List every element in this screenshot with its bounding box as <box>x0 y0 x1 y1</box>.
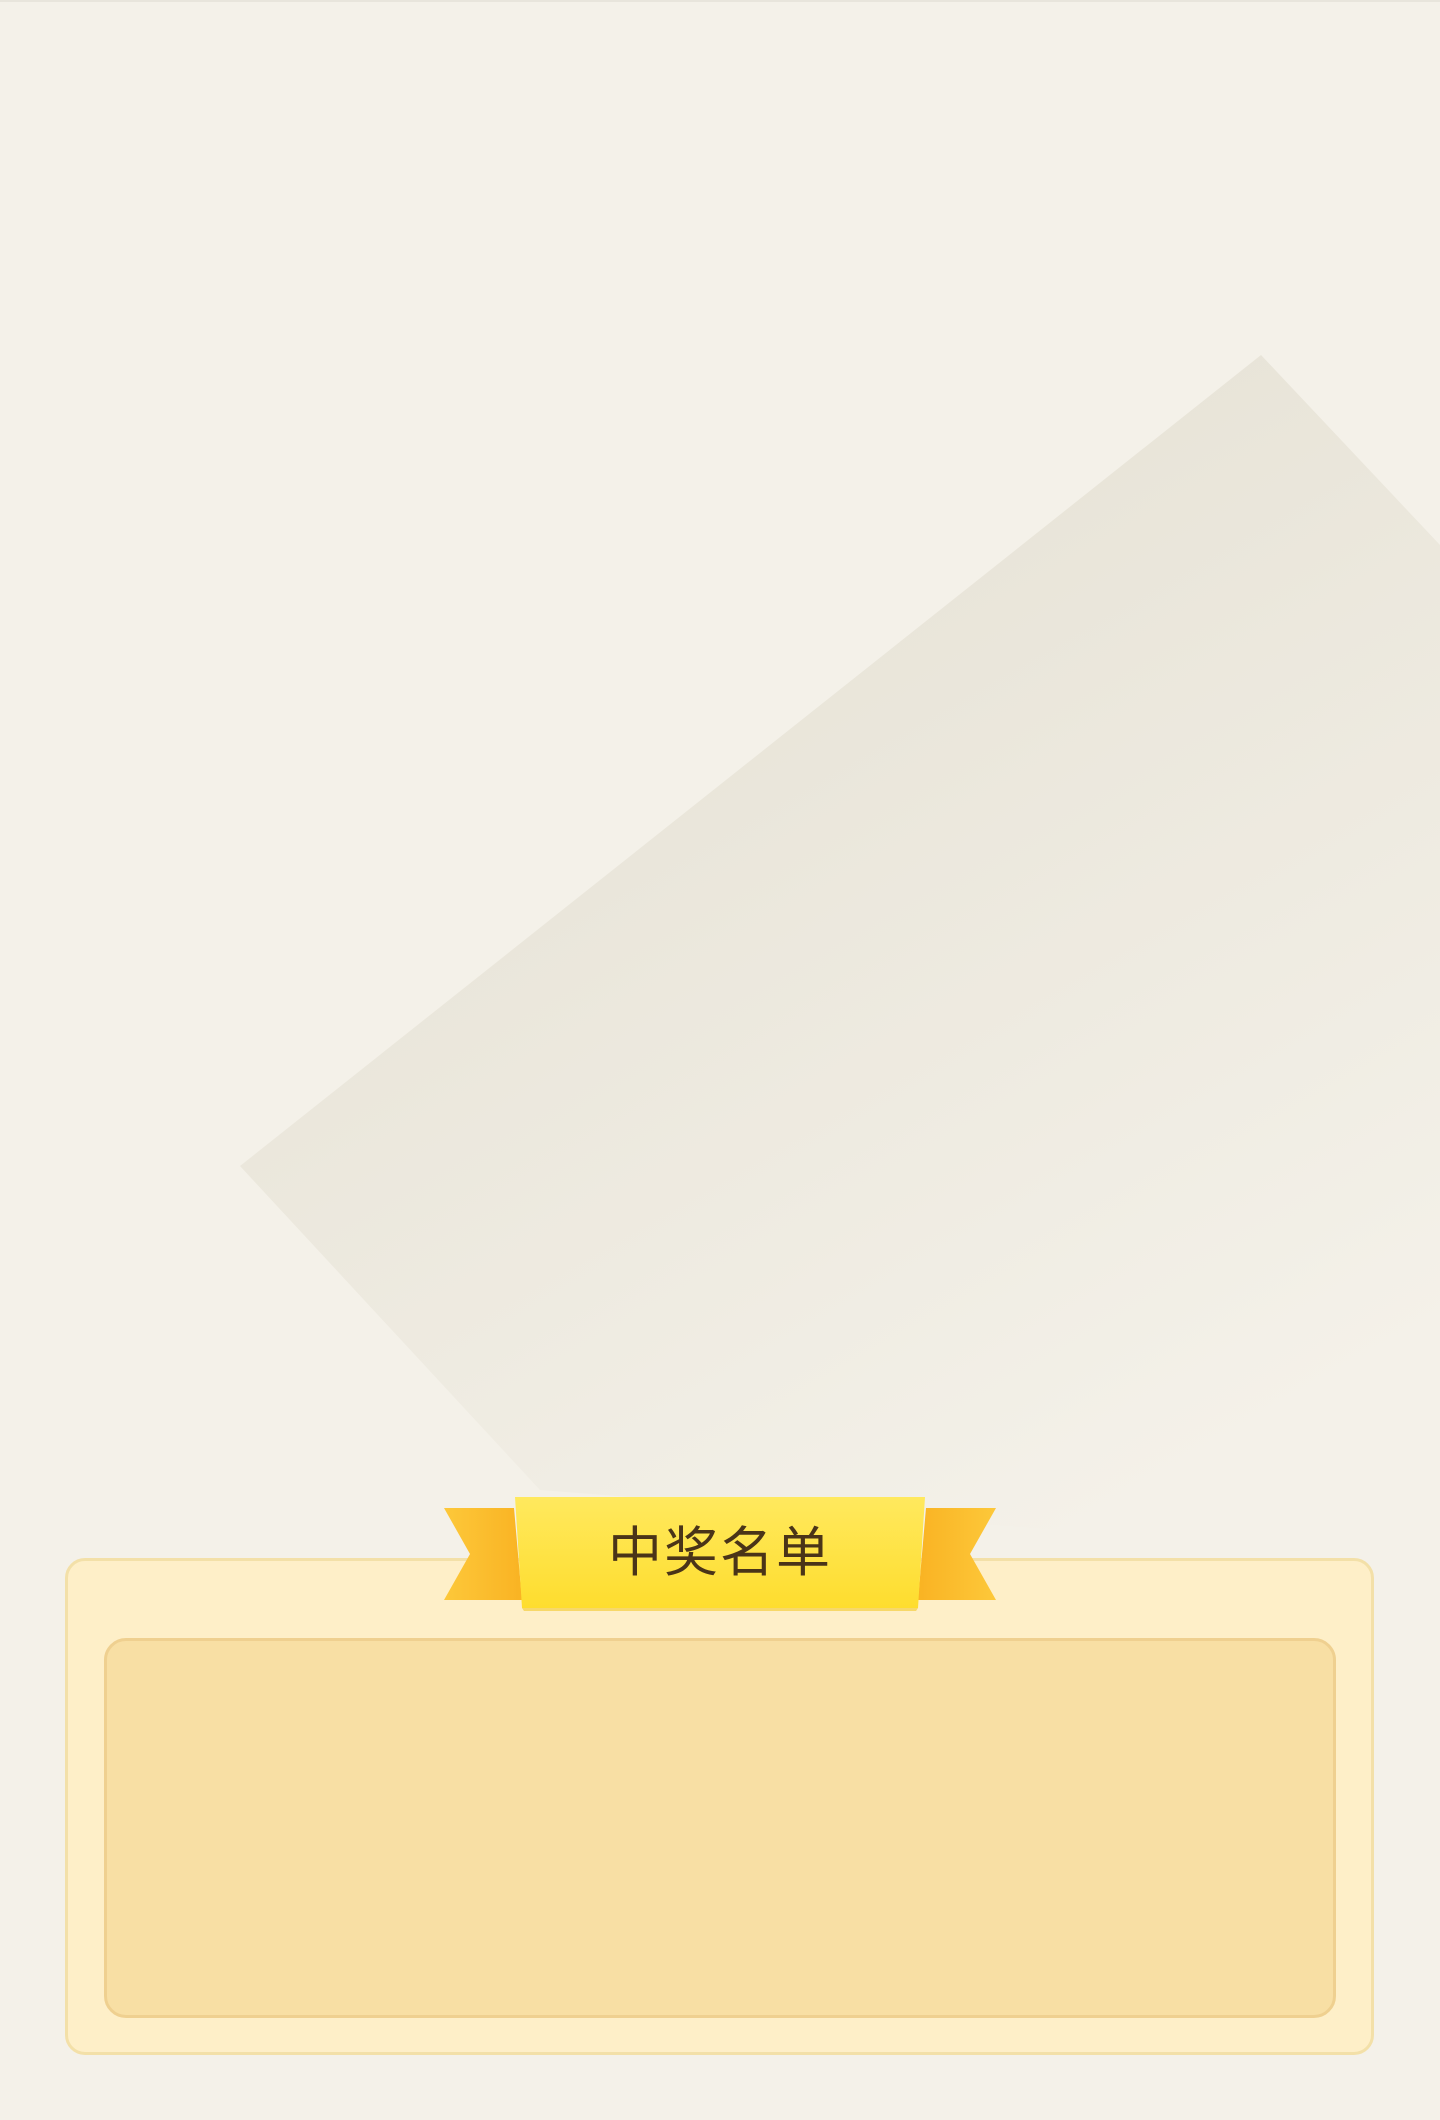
award-list-content-area <box>104 1638 1336 2018</box>
award-list-title-ribbon: 中奖名单 <box>440 1490 1000 1616</box>
page-background: 中奖名单 <box>0 0 1440 2120</box>
award-list-title: 中奖名单 <box>608 1521 832 1584</box>
